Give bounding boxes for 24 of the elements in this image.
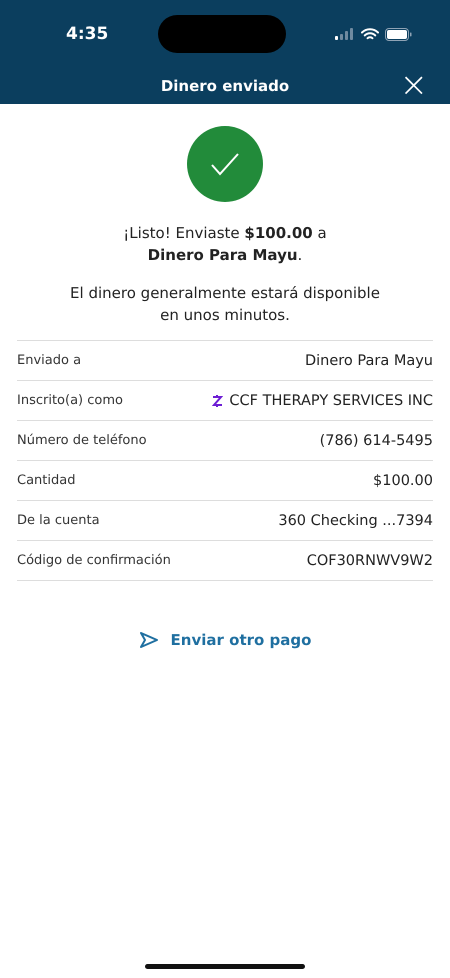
detail-label: Código de confirmación	[17, 553, 171, 568]
screen-title: Dinero enviado	[160, 77, 290, 95]
detail-value: COF30RNWV9W2	[306, 552, 433, 568]
status-time: 4:35	[66, 24, 108, 44]
z-logo-icon	[212, 394, 224, 408]
confirmation-message: ¡Listo! Enviaste $100.00 a Dinero Para Mayu.	[122, 223, 328, 266]
detail-value: (786) 614-5495	[320, 432, 433, 448]
signal-icon	[334, 28, 355, 40]
detail-label: De la cuenta	[17, 513, 100, 528]
detail-value: Dinero Para Mayu	[304, 352, 433, 368]
detail-label: Enviado a	[17, 353, 82, 368]
detail-label: Inscrito(a) como	[17, 393, 123, 408]
send-another-payment-link[interactable]: Enviar otro pago	[134, 629, 316, 651]
detail-value: 360 Checking ...7394	[278, 512, 433, 528]
close-button[interactable]: ×	[396, 70, 432, 100]
detail-label: Cantidad	[17, 473, 76, 488]
send-icon	[138, 631, 159, 649]
availability-note: El dinero generalmente estará disponible en unos minutos.	[69, 283, 381, 326]
battery-icon	[384, 28, 412, 40]
success-check-icon	[187, 126, 263, 202]
detail-value: $100.00	[373, 472, 433, 488]
detail-label: Número de teléfono	[17, 433, 147, 448]
detail-value: CCF THERAPY SERVICES INC	[229, 392, 433, 408]
wifi-icon	[360, 28, 379, 40]
